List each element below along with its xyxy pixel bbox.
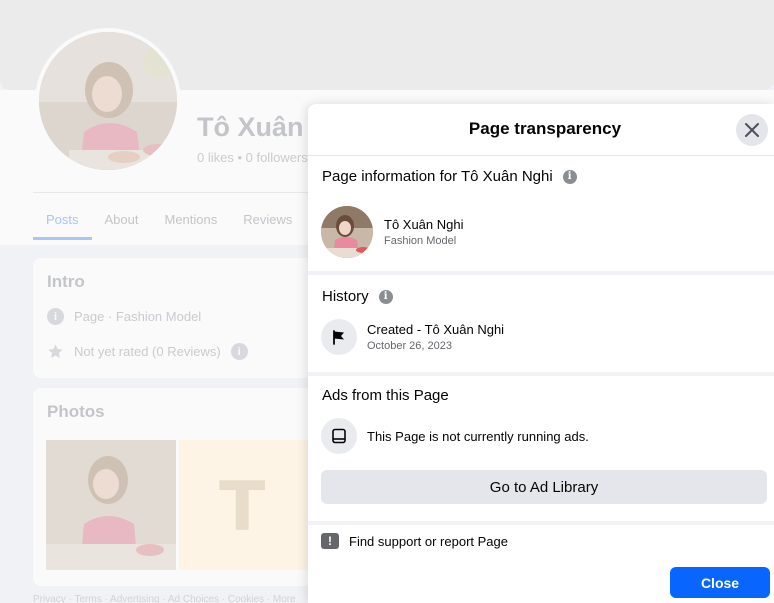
section-divider — [308, 271, 774, 275]
report-icon: ! — [321, 533, 339, 549]
page-avatar-image — [321, 206, 373, 258]
section-divider — [308, 521, 774, 525]
info-icon: i — [47, 308, 64, 325]
intro-category-row: i Page · Fashion Model — [47, 308, 201, 325]
footer-links: Privacy · Terms · Advertising · Ad Choic… — [33, 594, 296, 603]
intro-category: Page · Fashion Model — [74, 309, 202, 324]
photos-title: Photos — [47, 402, 105, 421]
ad-library-icon-wrapper — [321, 418, 357, 454]
history-date: October 26, 2023 — [367, 340, 453, 352]
go-to-ad-library-button[interactable]: Go to Ad Library — [321, 470, 767, 504]
ad-library-icon — [332, 428, 346, 444]
photos-card: Photos T — [33, 388, 323, 586]
page-category: Fashion Model — [384, 235, 457, 247]
history-event: Created - Tô Xuân Nghi — [367, 322, 505, 337]
tab-mentions[interactable]: Mentions — [152, 200, 231, 240]
intro-card: Intro i Page · Fashion Model Not yet rat… — [33, 258, 323, 378]
star-icon — [48, 344, 63, 358]
flag-icon — [333, 330, 344, 345]
report-label: Find support or report Page — [349, 533, 508, 549]
divider — [33, 192, 308, 193]
ads-status: This Page is not currently running ads. — [367, 429, 589, 444]
background-page-name: Tô Xuân — [197, 112, 304, 142]
section-divider — [308, 372, 774, 376]
history-heading: History — [322, 288, 369, 305]
ads-heading: Ads from this Page — [322, 387, 449, 404]
flag-icon-wrapper — [321, 319, 357, 355]
profile-avatar[interactable] — [35, 28, 181, 174]
find-support-report-link[interactable]: ! Find support or report Page — [321, 533, 508, 549]
photo-tile-letter: T — [219, 468, 266, 547]
dialog-title: Page transparency — [468, 119, 622, 138]
tab-posts[interactable]: Posts — [33, 200, 92, 240]
page-transparency-dialog: Page transparency Page information for T… — [308, 104, 774, 603]
photo-thumbnail[interactable]: T — [179, 440, 323, 570]
history-heading-row: History i — [322, 288, 393, 305]
page-info-heading-row: Page information for Tô Xuân Nghi i — [322, 168, 577, 185]
tab-about[interactable]: About — [92, 200, 152, 240]
page-info-heading: Page information for Tô Xuân Nghi — [322, 168, 553, 185]
close-button[interactable]: Close — [670, 567, 770, 598]
tab-reviews[interactable]: Reviews — [230, 200, 305, 240]
profile-tabs: Posts About Mentions Reviews — [33, 200, 305, 240]
ads-heading-row: Ads from this Page — [322, 387, 449, 404]
photo-thumbnail[interactable] — [46, 440, 176, 570]
info-icon[interactable]: i — [562, 169, 577, 184]
dialog-header: Page transparency — [308, 104, 774, 156]
info-icon[interactable]: i — [230, 343, 248, 360]
intro-rating-row: Not yet rated (0 Reviews) i — [47, 343, 248, 360]
intro-rating: Not yet rated (0 Reviews) — [74, 344, 221, 359]
page-avatar[interactable] — [321, 206, 373, 258]
background-page-stats: 0 likes • 0 followers — [197, 150, 308, 165]
info-icon[interactable]: i — [378, 289, 393, 304]
page-name[interactable]: Tô Xuân Nghi — [384, 217, 464, 232]
photo-image — [46, 440, 176, 570]
close-icon — [745, 123, 759, 137]
close-icon-button[interactable] — [736, 114, 768, 146]
intro-title: Intro — [47, 272, 85, 291]
